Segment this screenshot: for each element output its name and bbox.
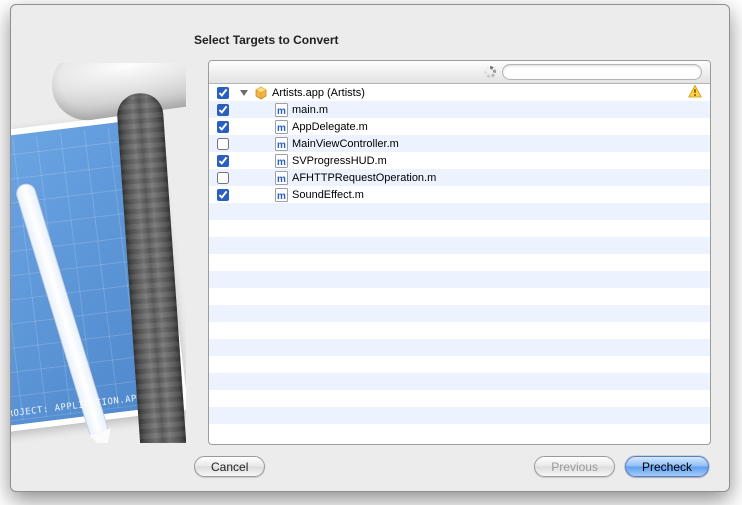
targets-list[interactable]: Artists.app (Artists) m main.m m AppDelegate…	[209, 84, 710, 444]
empty-row	[209, 220, 710, 237]
row-label: MainViewController.m	[292, 138, 399, 150]
background-art	[11, 63, 186, 443]
objc-file-icon: m	[275, 171, 288, 185]
row-checkbox[interactable]	[217, 172, 229, 184]
empty-row	[209, 237, 710, 254]
hammer-handle-graphic	[116, 92, 186, 443]
file-row[interactable]: m main.m	[209, 101, 710, 118]
row-label: AppDelegate.m	[292, 121, 368, 133]
svg-text:m: m	[277, 157, 286, 168]
empty-row	[209, 356, 710, 373]
targets-panel: Artists.app (Artists) m main.m m AppDelegate…	[208, 60, 711, 445]
empty-row	[209, 339, 710, 356]
button-bar: Cancel Previous Precheck	[194, 456, 709, 477]
svg-text:m: m	[277, 123, 286, 134]
svg-text:m: m	[277, 106, 286, 117]
disclosure-triangle-icon[interactable]	[240, 90, 248, 96]
row-checkbox[interactable]	[217, 138, 229, 150]
objc-file-icon: m	[275, 120, 288, 134]
row-checkbox[interactable]	[217, 155, 229, 167]
objc-file-icon: m	[275, 188, 288, 202]
previous-button[interactable]: Previous	[534, 456, 615, 477]
hammer-head-graphic	[47, 63, 186, 125]
row-label: Artists.app (Artists)	[272, 87, 365, 99]
svg-text:m: m	[277, 174, 286, 185]
row-label: AFHTTPRequestOperation.m	[292, 172, 436, 184]
empty-row	[209, 390, 710, 407]
empty-row	[209, 254, 710, 271]
dialog-sheet: Select Targets to Convert Artists.app (A…	[10, 4, 730, 492]
empty-row	[209, 373, 710, 390]
file-row[interactable]: m SVProgressHUD.m	[209, 152, 710, 169]
svg-text:m: m	[277, 140, 286, 151]
precheck-button[interactable]: Precheck	[625, 456, 709, 477]
file-row[interactable]: m AppDelegate.m	[209, 118, 710, 135]
loading-spinner-icon	[484, 66, 496, 78]
cancel-button[interactable]: Cancel	[194, 456, 265, 477]
panel-toolbar	[209, 61, 710, 84]
empty-row	[209, 203, 710, 220]
row-checkbox[interactable]	[217, 121, 229, 133]
row-label: SoundEffect.m	[292, 189, 364, 201]
file-row[interactable]: m SoundEffect.m	[209, 186, 710, 203]
dialog-title: Select Targets to Convert	[194, 33, 338, 47]
search-input[interactable]	[502, 64, 702, 80]
target-row[interactable]: Artists.app (Artists)	[209, 84, 710, 101]
row-checkbox[interactable]	[217, 189, 229, 201]
objc-file-icon: m	[275, 154, 288, 168]
row-checkbox[interactable]	[217, 104, 229, 116]
objc-file-icon: m	[275, 137, 288, 151]
row-label: SVProgressHUD.m	[292, 155, 387, 167]
blueprint-graphic	[11, 112, 186, 434]
empty-row	[209, 407, 710, 424]
svg-text:m: m	[277, 191, 286, 202]
empty-row	[209, 305, 710, 322]
objc-file-icon: m	[275, 103, 288, 117]
row-checkbox[interactable]	[217, 87, 229, 99]
app-target-icon	[254, 86, 268, 100]
warning-icon	[688, 85, 702, 101]
empty-row	[209, 322, 710, 339]
empty-row	[209, 424, 710, 441]
row-label: main.m	[292, 104, 328, 116]
empty-row	[209, 271, 710, 288]
empty-row	[209, 288, 710, 305]
pencil-graphic	[14, 181, 109, 435]
file-row[interactable]: m AFHTTPRequestOperation.m	[209, 169, 710, 186]
file-row[interactable]: m MainViewController.m	[209, 135, 710, 152]
